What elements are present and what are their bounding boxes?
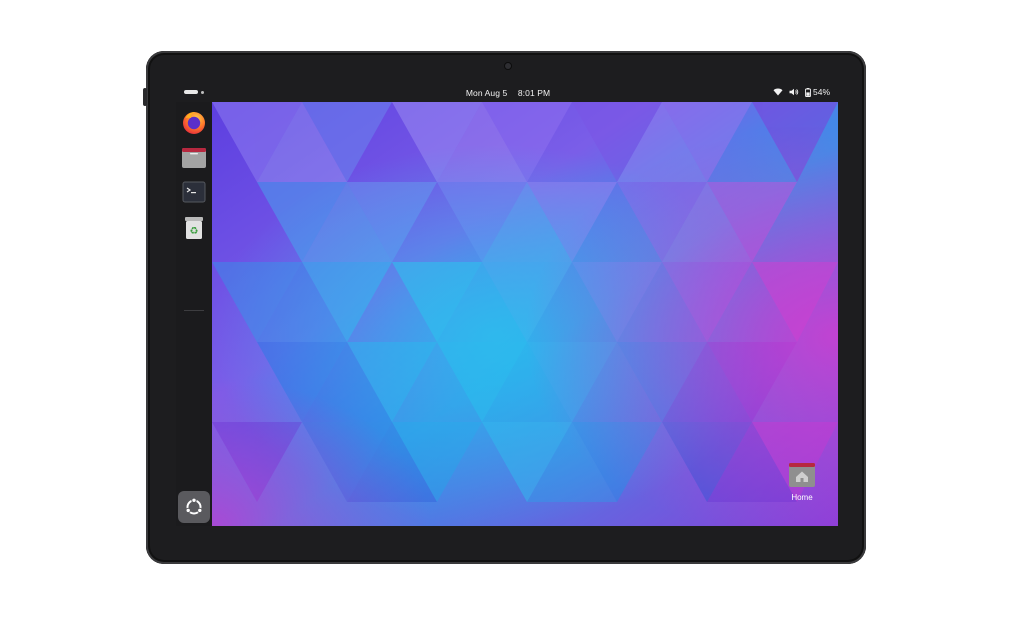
svg-text:♻: ♻ [190, 226, 199, 237]
desktop-icon-home[interactable]: Home [780, 462, 824, 502]
dock-item-trash[interactable]: ♻ [180, 214, 208, 242]
show-apps-button[interactable] [178, 491, 210, 523]
desktop-wallpaper[interactable] [212, 102, 838, 526]
dock-separator [184, 310, 204, 311]
top-bar: Mon Aug 5 8:01 PM 54% [180, 84, 836, 102]
folder-icon [182, 148, 206, 168]
firefox-icon [183, 112, 205, 134]
terminal-icon [182, 181, 206, 203]
dock-item-firefox[interactable] [180, 108, 208, 136]
volume-icon [789, 88, 799, 96]
battery-percentage: 54% [812, 87, 830, 97]
front-camera [505, 63, 511, 69]
battery-icon: 54% [805, 87, 830, 97]
home-folder-icon [789, 463, 815, 487]
power-button [143, 88, 147, 106]
clock[interactable]: Mon Aug 5 8:01 PM [180, 88, 836, 98]
desktop-icon-home-label: Home [791, 493, 813, 502]
dock: ♻ [176, 102, 212, 526]
ubuntu-logo-icon [185, 497, 203, 515]
clock-time: 8:01 PM [517, 88, 551, 98]
recycle-icon: ♻ [185, 217, 203, 239]
dock-item-files[interactable] [180, 144, 208, 172]
wallpaper-graphic [212, 102, 838, 526]
system-tray[interactable]: 54% [773, 87, 830, 97]
dock-item-terminal[interactable] [180, 178, 208, 206]
clock-date: Mon Aug 5 [465, 88, 508, 98]
wifi-icon [773, 88, 783, 96]
